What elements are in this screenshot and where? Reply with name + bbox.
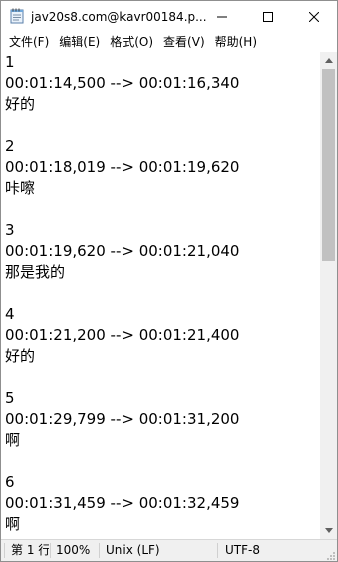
text-line: 00:01:29,799 --> 00:01:31,200: [5, 410, 240, 428]
notepad-icon: [10, 8, 24, 24]
text-line: 4: [5, 305, 15, 323]
resize-grip-icon[interactable]: [326, 550, 336, 560]
close-icon: [309, 11, 319, 22]
status-line-ending: Unix (LF): [106, 543, 160, 557]
menu-format[interactable]: 格式(O): [105, 32, 158, 52]
status-position: 第 1 行: [11, 543, 49, 557]
arrow-up-icon: [324, 58, 333, 63]
text-line: 00:01:18,019 --> 00:01:19,620: [5, 158, 240, 176]
maximize-button[interactable]: [245, 1, 291, 32]
notepad-window: jav20s8.com@kavr00184.p... 文件(F) 编辑(E) 格…: [0, 0, 338, 562]
text-line: 咔嚓: [5, 179, 36, 197]
minimize-button[interactable]: [199, 1, 245, 32]
text-line: 00:01:14,500 --> 00:01:16,340: [5, 74, 240, 92]
text-line: 啊: [5, 515, 21, 533]
text-line: 5: [5, 389, 15, 407]
status-zoom: 100%: [56, 543, 91, 557]
text-line: 6: [5, 473, 15, 491]
status-divider: [99, 543, 100, 558]
text-line: 00:01:21,200 --> 00:01:21,400: [5, 326, 240, 344]
scroll-down-button[interactable]: [320, 522, 337, 539]
text-line: 2: [5, 137, 15, 155]
maximize-icon: [263, 11, 273, 22]
text-editor[interactable]: 1 00:01:14,500 --> 00:01:16,340 好的 2 00:…: [1, 52, 320, 539]
vertical-scrollbar[interactable]: [320, 52, 337, 539]
status-encoding: UTF-8: [225, 543, 260, 557]
menu-bar: 文件(F) 编辑(E) 格式(O) 查看(V) 帮助(H): [1, 32, 337, 52]
text-line: 00:01:19,620 --> 00:01:21,040: [5, 242, 240, 260]
scroll-up-button[interactable]: [320, 52, 337, 69]
close-button[interactable]: [291, 1, 337, 32]
window-title: jav20s8.com@kavr00184.p...: [31, 10, 206, 24]
scroll-thumb[interactable]: [322, 69, 335, 261]
text-line: 好的: [5, 95, 36, 113]
arrow-down-icon: [324, 528, 333, 533]
text-line: 3: [5, 221, 15, 239]
menu-file[interactable]: 文件(F): [4, 32, 54, 52]
status-divider: [217, 543, 218, 558]
text-line: 啊: [5, 431, 21, 449]
status-divider: [4, 543, 5, 558]
text-line: 00:01:31,459 --> 00:01:32,459: [5, 494, 240, 512]
text-line: 1: [5, 53, 15, 71]
menu-help[interactable]: 帮助(H): [210, 32, 262, 52]
menu-edit[interactable]: 编辑(E): [54, 32, 105, 52]
text-line: 那是我的: [5, 263, 66, 281]
minimize-icon: [217, 16, 227, 17]
text-line: 好的: [5, 347, 36, 365]
status-bar: 第 1 行 100% Unix (LF) UTF-8: [1, 539, 337, 561]
menu-view[interactable]: 查看(V): [158, 32, 210, 52]
title-bar[interactable]: jav20s8.com@kavr00184.p...: [1, 1, 337, 32]
status-divider: [50, 543, 51, 558]
